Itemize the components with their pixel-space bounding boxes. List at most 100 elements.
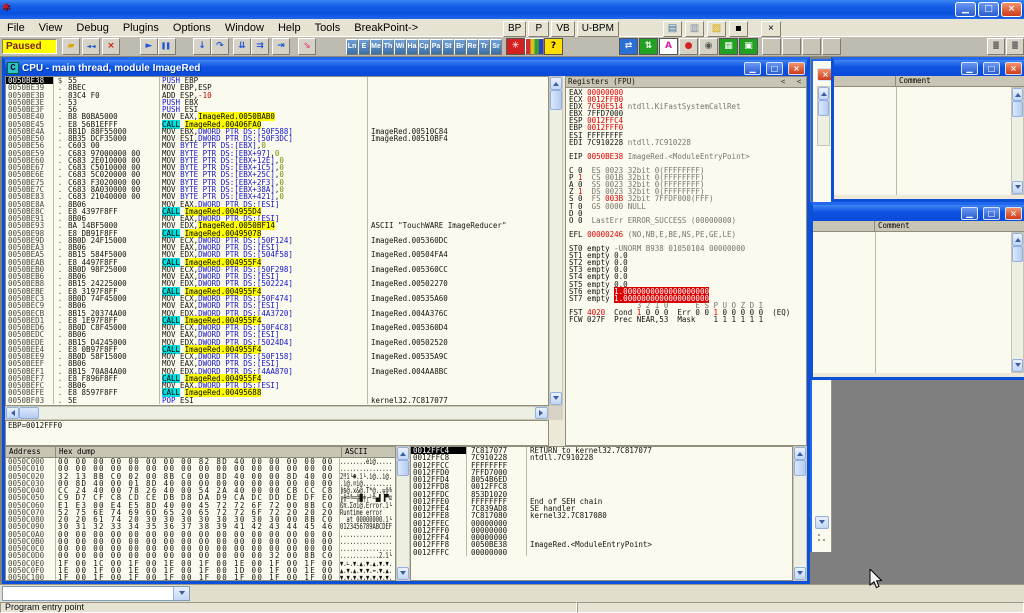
disabled-button[interactable]	[782, 38, 801, 55]
scroll-thumb[interactable]	[397, 460, 409, 476]
animate-over-button[interactable]: ⇉	[251, 38, 269, 55]
options-button[interactable]: ✳	[506, 38, 525, 55]
scroll-left-icon[interactable]	[6, 407, 19, 419]
close-button[interactable]: ×	[1005, 207, 1022, 220]
stack-row[interactable]: 0012FFD48054B6ED	[411, 476, 792, 483]
scroll-down-icon[interactable]	[794, 567, 806, 580]
cpu-minimize-button[interactable]: ▁	[744, 62, 761, 75]
panel-button-ln[interactable]: Ln	[346, 39, 358, 55]
stack-row[interactable]: 0012FFD07FFD7000	[411, 469, 792, 476]
scroll-up-icon[interactable]	[397, 447, 409, 460]
panel-button-wi[interactable]: Wi	[394, 39, 406, 55]
screen-button[interactable]: ▣	[739, 38, 758, 55]
disassembly-pane[interactable]: 0050BE38$55PUSH EBP0050BE39.8BECMOV EBP,…	[5, 76, 549, 406]
menu-item-window[interactable]: Window	[218, 21, 271, 35]
disabled-button[interactable]	[802, 38, 821, 55]
comment-window-top[interactable]: ▁ □ × Comment	[831, 57, 1024, 202]
plugin-close-button[interactable]: ×	[761, 21, 781, 37]
scroll-down-icon[interactable]	[1012, 181, 1023, 194]
dump-row[interactable]: 0050C09030 31 32 33 34 35 36 37 38 39 41…	[6, 523, 395, 530]
comment-window-middle-body[interactable]	[813, 232, 1024, 373]
dump-header-address[interactable]: Address	[6, 447, 56, 457]
scroll-down-icon[interactable]	[1012, 359, 1023, 372]
notes-button[interactable]: ▤	[663, 21, 682, 37]
dump-row[interactable]: 0050C0B000 00 00 00 00 00 00 00 00 00 00…	[6, 538, 395, 545]
run-button[interactable]: ►	[140, 38, 158, 55]
close-program-button[interactable]: ×	[102, 38, 120, 55]
plugin-button-vb[interactable]: VB	[551, 21, 574, 37]
scroll-up-icon[interactable]	[1012, 88, 1023, 101]
scroll-up-icon[interactable]	[794, 447, 806, 460]
dump-row[interactable]: 0050C060E1 E3 00 E4 E5 8D 40 00 45 72 72…	[6, 502, 395, 509]
register-line[interactable]: EDI 7C910228 ntdll.7C910228	[566, 139, 806, 146]
dump-vscrollbar[interactable]	[396, 446, 410, 581]
disasm-row[interactable]: 0050BE38$55PUSH EBP	[6, 77, 548, 84]
go-to-user-code-button[interactable]: ⇘	[298, 38, 316, 55]
scroll-thumb[interactable]	[794, 460, 806, 476]
menu-item-view[interactable]: View	[32, 21, 70, 35]
plugin-button-bp[interactable]: BP	[503, 21, 526, 37]
minimize-button[interactable]: ▁	[961, 207, 978, 220]
comment-window-middle-titlebar[interactable]: ▁ □ ×	[813, 205, 1024, 221]
comment-window-top-titlebar[interactable]: ▁ □ ×	[834, 60, 1024, 76]
panel-button-cp[interactable]: Cp	[418, 39, 430, 55]
dump-row[interactable]: 0050C0A000 00 00 00 00 00 00 00 00 00 00…	[6, 531, 395, 538]
comment-window-top-body[interactable]	[834, 87, 1024, 195]
layout-list2-button[interactable]: ≣	[1006, 38, 1024, 55]
scroll-up-icon[interactable]	[550, 77, 562, 90]
stack-row[interactable]: 0012FFEC00000000	[411, 520, 792, 527]
stack-row[interactable]: 0012FFC87C910228ntdll.7C910228	[411, 454, 792, 461]
dump-row[interactable]: 0050C08020 20 61 74 20 30 30 30 30 30 30…	[6, 516, 395, 523]
stack-row[interactable]: 0012FFFC00000000	[411, 549, 792, 556]
registers-pane[interactable]: Registers (FPU) < < EAX 00000000ECX 0012…	[565, 76, 807, 446]
maximize-button[interactable]: □	[983, 207, 1000, 220]
comment-window-middle[interactable]: ▁ □ × Comment	[810, 202, 1024, 380]
dump-row[interactable]: 0050C0D000 00 00 00 00 00 00 00 00 00 00…	[6, 552, 395, 559]
disasm-row[interactable]: 0050BF03.5EPOP ESIkernel32.7C817077	[6, 397, 548, 404]
menu-item-file[interactable]: File	[0, 21, 32, 35]
step-into-button[interactable]: ↓	[193, 38, 211, 55]
dump-row[interactable]: 0050C040CC 24 40 00 78 26 40 00 54 2A 40…	[6, 487, 395, 494]
fragment-vscrollbar[interactable]	[817, 86, 830, 146]
stack-row[interactable]: 0012FFF80050BE38ImageRed.<ModuleEntryPoi…	[411, 541, 792, 548]
dump-row[interactable]: 0050C0E01F 00 1C 00 1F 00 1E 00 1F 00 1E…	[6, 560, 395, 567]
minimize-button[interactable]: ▁	[955, 2, 976, 17]
register-line[interactable]: FCW 027F Prec NEAR,53 Mask 1 1 1 1 1 1	[566, 316, 806, 323]
plugin-button-ubpm[interactable]: U-BPM	[577, 21, 619, 37]
resize-grip[interactable]	[816, 532, 828, 544]
menu-item-plugins[interactable]: Plugins	[116, 21, 166, 35]
cpu-titlebar[interactable]: C CPU - main thread, module ImageRed ▁ □…	[5, 60, 807, 76]
doc-button[interactable]: ▥	[685, 21, 704, 37]
scroll-thumb[interactable]	[1012, 246, 1023, 262]
command-combobox[interactable]	[2, 586, 190, 601]
panel-button-br[interactable]: Br	[454, 39, 466, 55]
combobox-dropdown-icon[interactable]	[173, 587, 189, 600]
main-titlebar[interactable]: * ▁ □ ×	[0, 0, 1024, 19]
stack-vscrollbar[interactable]	[793, 446, 807, 581]
stack-row[interactable]: 0012FFC47C817077RETURN to kernel32.7C817…	[411, 447, 792, 454]
dump-row[interactable]: 0050C03000 8D 40 00 01 8D 40 00 00 00 00…	[6, 480, 395, 487]
stack-row[interactable]: 0012FFE0FFFFFFFFEnd of SEH chain	[411, 498, 792, 505]
close-button[interactable]: ×	[1005, 62, 1022, 75]
disassembly-vscrollbar[interactable]	[549, 76, 563, 406]
stack-row[interactable]: 0012FFCCFFFFFFFF	[411, 462, 792, 469]
stack-row[interactable]: 0012FFD80012FFC8	[411, 483, 792, 490]
register-line[interactable]: O 0 LastErr ERROR_SUCCESS (00000000)	[566, 217, 806, 224]
register-line[interactable]: EFL 00000246 (NO,NB,E,BE,NS,PE,GE,LE)	[566, 231, 806, 238]
menu-item-tools[interactable]: Tools	[308, 21, 348, 35]
panel-button-tr[interactable]: Tr	[478, 39, 490, 55]
scroll-down-icon[interactable]	[815, 516, 829, 529]
dump-row[interactable]: 0050C01000 00 00 00 00 00 00 00 00 00 00…	[6, 465, 395, 472]
dump-row[interactable]: 0050C050C9 D7 CF C8 CD CE DB D8 DA D9 CA…	[6, 494, 395, 501]
run-to-return-button[interactable]: ⇥	[272, 38, 290, 55]
maximize-button[interactable]: □	[983, 62, 1000, 75]
ascii-button[interactable]: A	[659, 38, 678, 55]
scroll-thumb[interactable]	[550, 90, 562, 110]
cpu-close-button[interactable]: ×	[788, 62, 805, 75]
updown-button[interactable]: ⇅	[639, 38, 658, 55]
folder-button[interactable]: ▨	[707, 21, 726, 37]
scroll-up-icon[interactable]	[818, 87, 829, 100]
panel-button-sr[interactable]: Sr	[490, 39, 502, 55]
animate-into-button[interactable]: ⇊	[233, 38, 251, 55]
stack-pane[interactable]: 0012FFC47C817077RETURN to kernel32.7C817…	[410, 446, 793, 581]
